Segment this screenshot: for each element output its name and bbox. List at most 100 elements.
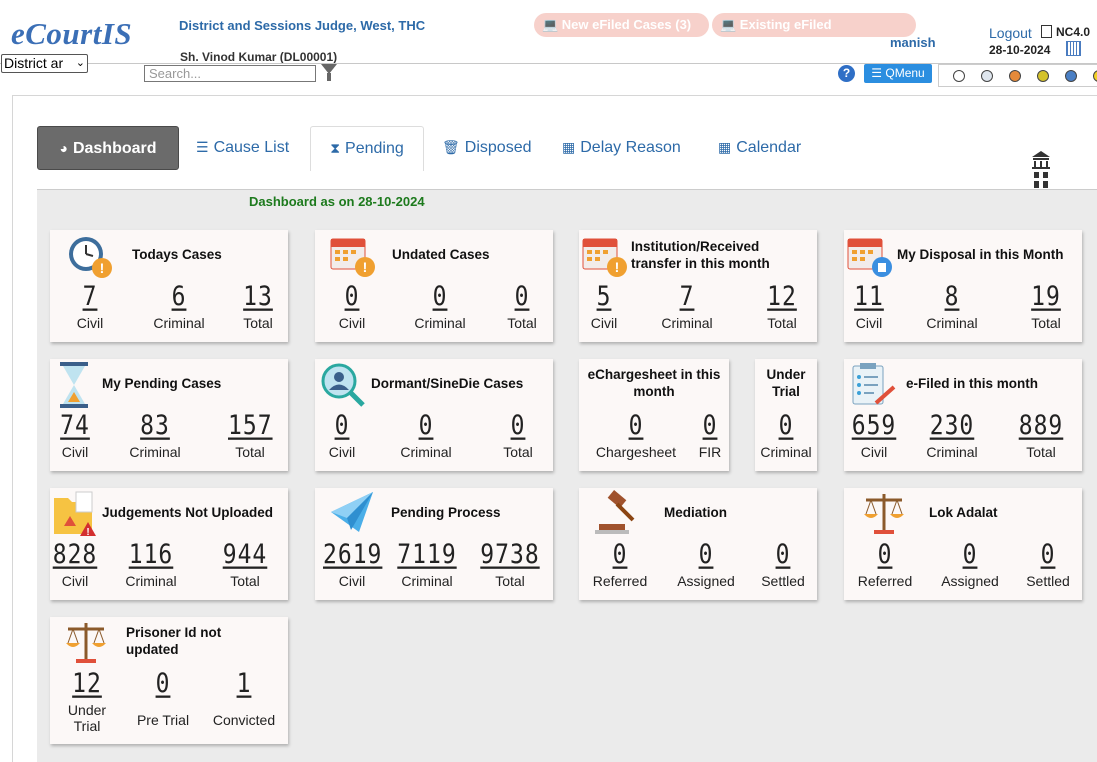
stat-total[interactable]: 0 Total (496, 411, 540, 460)
stat-criminal[interactable]: 8 Criminal (917, 282, 987, 331)
stat-civil[interactable]: 5 Civil (579, 282, 629, 331)
stat-chargesheet[interactable]: 0 Chargesheet (591, 411, 681, 460)
existing-efiled-cases-button[interactable]: 💻 Existing eFiled Cases(4692) (712, 13, 916, 56)
theme-color-dot[interactable] (1009, 70, 1021, 82)
help-icon[interactable]: ? (838, 65, 855, 82)
tab-calendar-label: Calendar (736, 139, 802, 156)
stat-criminal[interactable]: 0 Criminal (755, 411, 817, 460)
stat-total[interactable]: 9738 Total (477, 540, 543, 589)
card-mediation[interactable]: Mediation 0 Referred 0 Assigned 0 Settled (579, 488, 817, 600)
card-prisoner-id[interactable]: Prisoner Id not updated 12 Under Trial 0 P… (50, 617, 288, 744)
stat-total[interactable]: 157 Total (228, 411, 272, 460)
stat-civil[interactable]: 828 Civil (50, 540, 100, 589)
card-pending-process[interactable]: Pending Process 2619 Civil 7119 Criminal 9… (315, 488, 553, 600)
stat-total[interactable]: 944 Total (219, 540, 271, 589)
stat-criminal[interactable]: 230 Criminal (917, 411, 987, 460)
stat-settled[interactable]: 0 Settled (757, 540, 809, 589)
card-title: My Pending Cases (102, 376, 222, 391)
card-institution-received[interactable]: ! Institution/Received transfer in this … (579, 230, 817, 342)
stat-value: 659 (851, 411, 897, 441)
stat-referred[interactable]: 0 Referred (587, 540, 653, 589)
calendar-icon[interactable] (1066, 41, 1081, 56)
card-title: Institution/Received transfer in this mo… (631, 239, 770, 271)
stat-value: 5 (596, 282, 612, 312)
card-lok-adalat[interactable]: Lok Adalat 0 Referred 0 Assigned 0 Settled (844, 488, 1082, 600)
stat-civil[interactable]: 7 Civil (65, 282, 115, 331)
new-efiled-cases-button[interactable]: 💻 New eFiled Cases (3) (534, 13, 709, 37)
stat-civil[interactable]: 659 Civil (847, 411, 901, 460)
stat-value: 0 (432, 282, 448, 312)
search-input[interactable]: Search... (144, 65, 316, 82)
stat-criminal[interactable]: 0 Criminal (405, 282, 475, 331)
gavel-icon (595, 490, 635, 534)
app-logo: eCourtIS (11, 16, 133, 51)
card-echargesheet[interactable]: eChargesheet in this month 0 Chargesheet … (579, 359, 729, 471)
stat-label: Criminal (661, 315, 713, 331)
stat-criminal[interactable]: 116 Criminal (116, 540, 186, 589)
card-my-disposal[interactable]: My Disposal in this Month 11 Civil 8 Crimi… (844, 230, 1082, 342)
tab-calendar[interactable]: ▦ Calendar (718, 126, 801, 168)
stat-value: 0 (155, 669, 171, 699)
stat-criminal[interactable]: 83 Criminal (120, 411, 190, 460)
stat-pre-trial[interactable]: 0 Pre Trial (128, 669, 198, 728)
card-title: eChargesheet in this month (587, 367, 721, 399)
stat-total[interactable]: 19 Total (1024, 282, 1068, 331)
stat-label: Criminal (401, 573, 453, 589)
stat-fir[interactable]: 0 FIR (693, 411, 727, 460)
stat-total[interactable]: 13 Total (236, 282, 280, 331)
stat-total[interactable]: 12 Total (760, 282, 804, 331)
card-dormant-sinedie[interactable]: Dormant/SineDie Cases 0 Civil 0 Criminal 0… (315, 359, 553, 471)
chevron-down-icon: ⌄ (75, 57, 85, 69)
card-under-trial[interactable]: Under Trial 0 Criminal (755, 359, 817, 471)
logout-link[interactable]: Logout (989, 25, 1032, 41)
card-undated-cases[interactable]: ! Undated Cases 0 Civil 0 Criminal 0 Total (315, 230, 553, 342)
stat-label: Criminal (153, 315, 205, 331)
stat-settled[interactable]: 0 Settled (1022, 540, 1074, 589)
tab-cause-list[interactable]: ☰ Cause List (196, 126, 289, 168)
theme-color-dot[interactable] (1093, 70, 1097, 82)
card-efiled-month[interactable]: e-Filed in this month 659 Civil 230 Crimin… (844, 359, 1082, 471)
card-my-pending-cases[interactable]: My Pending Cases 74 Civil 83 Criminal 157 T… (50, 359, 288, 471)
stat-value: 13 (243, 282, 273, 312)
stat-criminal[interactable]: 7 Criminal (652, 282, 722, 331)
card-title: Dormant/SineDie Cases (371, 376, 524, 391)
card-title: Judgements Not Uploaded (102, 505, 274, 520)
qmenu-button[interactable]: ☰ QMenu (864, 64, 932, 83)
stat-criminal[interactable]: 6 Criminal (144, 282, 214, 331)
tab-dashboard[interactable]: ◕ Dashboard (37, 126, 179, 170)
stat-label: Total (230, 573, 260, 589)
tab-pending[interactable]: ⧗ Pending (310, 126, 424, 171)
stat-civil[interactable]: 11 Civil (844, 282, 894, 331)
stat-civil[interactable]: 2619 Civil (323, 540, 381, 589)
stat-under-trial[interactable]: 12 Under Trial (55, 669, 119, 734)
stat-value: 0 (514, 282, 530, 312)
card-judgements-not-uploaded[interactable]: ! Judgements Not Uploaded 828 Civil 116 Cr… (50, 488, 288, 600)
stat-civil[interactable]: 74 Civil (50, 411, 100, 460)
stat-civil[interactable]: 0 Civil (317, 411, 367, 460)
stat-referred[interactable]: 0 Referred (852, 540, 918, 589)
tab-disposed[interactable]: 🗑 Disposed (442, 126, 531, 168)
district-select[interactable]: District ar ⌄ (1, 54, 88, 73)
theme-color-dot[interactable] (953, 70, 965, 82)
stat-criminal[interactable]: 0 Criminal (391, 411, 461, 460)
stat-value: 0 (698, 540, 714, 570)
card-todays-cases[interactable]: ! Todays Cases 7 Civil 6 Criminal 13 Total (50, 230, 288, 342)
stat-total[interactable]: 889 Total (1012, 411, 1070, 460)
stat-value: 7119 (397, 540, 457, 570)
stat-assigned[interactable]: 0 Assigned (671, 540, 741, 589)
theme-color-dot[interactable] (1065, 70, 1077, 82)
court-building-icon[interactable] (1031, 150, 1051, 190)
stat-total[interactable]: 0 Total (500, 282, 544, 331)
stat-criminal[interactable]: 7119 Criminal (396, 540, 458, 589)
theme-color-dot[interactable] (1037, 70, 1049, 82)
theme-color-dot[interactable] (981, 70, 993, 82)
stat-convicted[interactable]: 1 Convicted (206, 669, 282, 728)
stat-value: 83 (140, 411, 170, 441)
stat-civil[interactable]: 0 Civil (327, 282, 377, 331)
folder-warning-icon: ! (54, 491, 96, 538)
stat-label: Total (235, 444, 265, 460)
logout-icon[interactable] (1041, 25, 1052, 38)
username[interactable]: manish (890, 35, 936, 50)
tab-delay-reason[interactable]: ▦ Delay Reason (562, 126, 681, 168)
stat-assigned[interactable]: 0 Assigned (935, 540, 1005, 589)
